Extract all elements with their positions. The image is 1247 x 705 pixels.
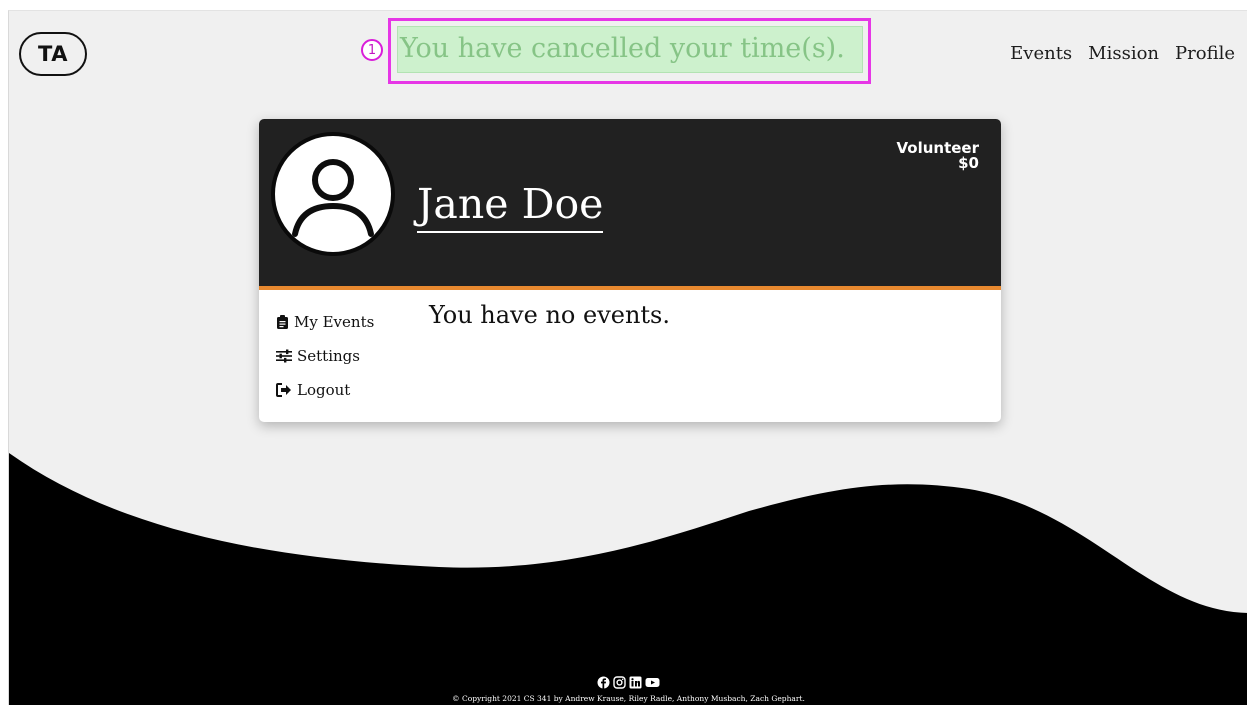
youtube-icon[interactable]	[645, 676, 660, 689]
profile-name-link[interactable]: Jane Doe	[417, 179, 604, 233]
user-icon	[292, 159, 374, 237]
linkedin-icon[interactable]	[629, 676, 642, 689]
social-links	[9, 676, 1247, 689]
clipboard-icon	[277, 315, 288, 329]
menu-item-label: Logout	[297, 381, 351, 399]
copyright-text: © Copyright 2021 CS 341 by Andrew Krause…	[452, 694, 805, 703]
instagram-icon[interactable]	[613, 676, 626, 689]
menu-item-settings[interactable]: Settings	[276, 339, 374, 373]
profile-card: Jane Doe Volunteer $0 My Events Settings…	[259, 119, 1001, 422]
nav-events-link[interactable]: Events	[1010, 43, 1072, 64]
alert-highlight-badge: 1	[361, 39, 383, 61]
avatar	[271, 132, 395, 256]
sliders-icon	[276, 349, 292, 363]
menu-item-label: Settings	[297, 347, 360, 365]
cancel-alert-message: You have cancelled your time(s).	[397, 26, 863, 73]
menu-item-my-events[interactable]: My Events	[276, 305, 374, 339]
page-frame: TA 1 You have cancelled your time(s). Ev…	[8, 10, 1247, 705]
no-events-message: You have no events.	[429, 301, 670, 329]
footer-wave	[9, 453, 1247, 705]
role-badge: Volunteer $0	[896, 141, 979, 171]
top-strip	[0, 0, 1247, 10]
nav-profile-link[interactable]: Profile	[1175, 43, 1235, 64]
balance-amount: $0	[958, 154, 979, 172]
nav-mission-link[interactable]: Mission	[1088, 43, 1159, 64]
facebook-icon[interactable]	[597, 676, 610, 689]
accent-divider	[259, 286, 1001, 290]
menu-item-label: My Events	[294, 313, 375, 331]
logo[interactable]: TA	[19, 32, 87, 76]
profile-menu: My Events Settings Logout	[276, 305, 374, 407]
menu-item-logout[interactable]: Logout	[276, 373, 374, 407]
logout-icon	[276, 383, 291, 397]
profile-header: Jane Doe Volunteer $0	[259, 119, 1001, 286]
main-nav: Events Mission Profile	[1010, 43, 1235, 64]
